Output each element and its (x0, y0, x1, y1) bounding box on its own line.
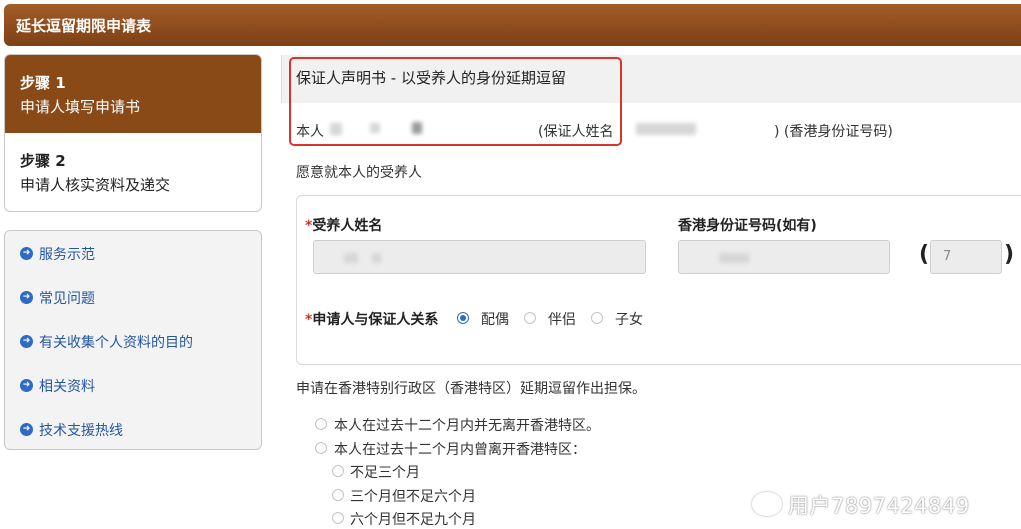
step-2[interactable]: 步骤 2 申请人核实资料及递交 (5, 133, 261, 211)
check-digit-value: 7 (943, 249, 952, 264)
close-paren: ) (1004, 242, 1015, 267)
relation-partner-radio[interactable] (524, 312, 536, 324)
option-no-departure-radio[interactable] (315, 418, 327, 430)
help-links-panel: ➜ 服务示范 ➜ 常见问题 ➜ 有关收集个人资料的目的 ➜ 相关资料 ➜ 技术支… (4, 230, 262, 450)
relation-spouse-label: 配偶 (481, 312, 509, 328)
id-number-label: ) (香港身份证号码) (774, 124, 893, 140)
page-header: 延长逗留期限申请表 (4, 4, 1021, 46)
weibo-logo-icon (752, 492, 782, 516)
link-label: 常见问题 (39, 291, 95, 307)
sub-option-3-label: 六个月但不足九个月 (350, 512, 476, 528)
link-label: 有关收集个人资料的目的 (39, 335, 193, 351)
option-no-departure-label: 本人在过去十二个月内并无离开香港特区。 (334, 418, 600, 434)
steps-panel: 步骤 1 申请人填写申请书 步骤 2 申请人核实资料及递交 (4, 54, 262, 212)
dependant-id-field[interactable] (678, 240, 890, 274)
arrow-right-icon: ➜ (20, 423, 33, 436)
redacted-id (636, 123, 696, 135)
link-label: 服务示范 (39, 247, 95, 263)
dependant-name-label: *受养人姓名 (305, 218, 383, 234)
arrow-right-icon: ➜ (20, 335, 33, 348)
step-1[interactable]: 步骤 1 申请人填写申请书 (5, 55, 261, 133)
step-1-number: 步骤 1 (20, 74, 66, 92)
relation-partner-label: 伴侣 (548, 312, 576, 328)
link-related-info[interactable]: ➜ 相关资料 (5, 372, 261, 416)
guarantee-text: 申请在香港特别行政区（香港特区）延期逗留作出担保。 (296, 381, 646, 397)
sub-option-2-label: 三个月但不足六个月 (350, 489, 476, 505)
dependant-name-field[interactable] (313, 240, 646, 274)
step-2-number: 步骤 2 (20, 152, 66, 170)
relation-child-radio[interactable] (591, 312, 603, 324)
link-faq[interactable]: ➜ 常见问题 (5, 284, 261, 328)
highlight-box (289, 57, 622, 146)
relation-label: *申请人与保证人关系 (305, 312, 439, 328)
arrow-right-icon: ➜ (20, 247, 33, 260)
arrow-right-icon: ➜ (20, 291, 33, 304)
option-departed-radio[interactable] (315, 442, 327, 454)
relation-child-label: 子女 (615, 312, 643, 328)
link-service-demo[interactable]: ➜ 服务示范 (5, 240, 261, 284)
sub-option-1-label: 不足三个月 (350, 465, 420, 481)
page-title: 延长逗留期限申请表 (16, 17, 152, 35)
open-paren: ( (919, 242, 930, 267)
dependant-id-label: 香港身份证号码(如有) (678, 218, 817, 234)
declaration-line-2: 愿意就本人的受养人 (296, 165, 422, 181)
link-label: 技术支援热线 (39, 423, 123, 439)
step-1-label: 申请人填写申请书 (20, 98, 141, 116)
step-2-label: 申请人核实资料及递交 (20, 176, 171, 194)
arrow-right-icon: ➜ (20, 379, 33, 392)
sub-option-2-radio[interactable] (332, 489, 344, 501)
relation-spouse-radio[interactable] (457, 312, 469, 324)
sub-option-1-radio[interactable] (332, 465, 344, 477)
link-label: 相关资料 (39, 379, 95, 395)
watermark-text: 用户7897424849 (788, 494, 970, 518)
link-data-collection-purpose[interactable]: ➜ 有关收集个人资料的目的 (5, 328, 261, 372)
link-tech-support-hotline[interactable]: ➜ 技术支援热线 (5, 416, 261, 460)
option-departed-label: 本人在过去十二个月内曾离开香港特区： (334, 442, 586, 458)
check-digit-field[interactable]: 7 (930, 240, 1002, 274)
sub-option-3-radio[interactable] (332, 512, 344, 524)
dependant-panel (296, 195, 1021, 365)
